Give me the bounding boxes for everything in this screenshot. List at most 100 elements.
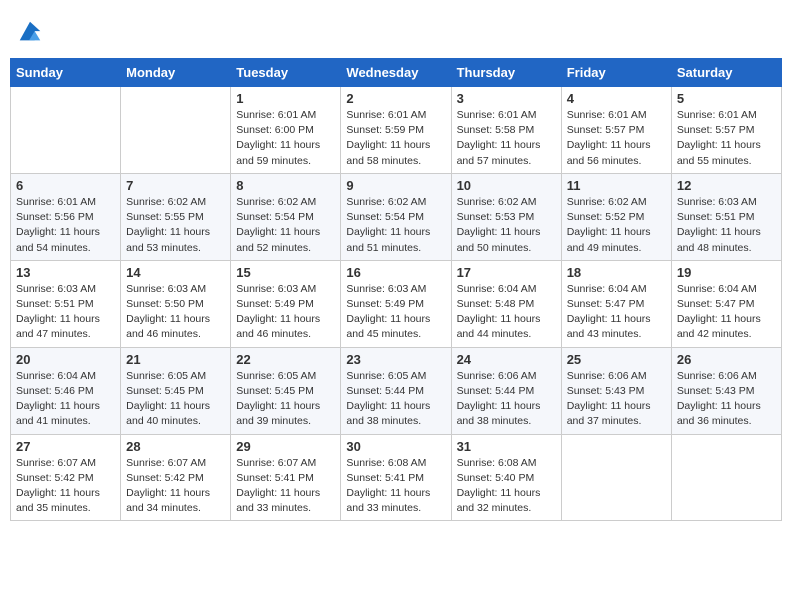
day-info: Sunrise: 6:04 AMSunset: 5:46 PMDaylight:…: [16, 369, 115, 430]
day-number: 6: [16, 178, 115, 193]
day-number: 10: [457, 178, 556, 193]
day-number: 22: [236, 352, 335, 367]
day-number: 9: [346, 178, 445, 193]
day-info: Sunrise: 6:06 AMSunset: 5:43 PMDaylight:…: [677, 369, 776, 430]
calendar-cell: 5Sunrise: 6:01 AMSunset: 5:57 PMDaylight…: [671, 87, 781, 174]
day-number: 12: [677, 178, 776, 193]
calendar-cell: 17Sunrise: 6:04 AMSunset: 5:48 PMDayligh…: [451, 260, 561, 347]
calendar-cell: 13Sunrise: 6:03 AMSunset: 5:51 PMDayligh…: [11, 260, 121, 347]
day-info: Sunrise: 6:01 AMSunset: 5:56 PMDaylight:…: [16, 195, 115, 256]
weekday-header-wednesday: Wednesday: [341, 59, 451, 87]
page-header: [10, 10, 782, 50]
calendar-week-row: 1Sunrise: 6:01 AMSunset: 6:00 PMDaylight…: [11, 87, 782, 174]
day-info: Sunrise: 6:01 AMSunset: 5:57 PMDaylight:…: [677, 108, 776, 169]
calendar-cell: 4Sunrise: 6:01 AMSunset: 5:57 PMDaylight…: [561, 87, 671, 174]
day-info: Sunrise: 6:01 AMSunset: 5:57 PMDaylight:…: [567, 108, 666, 169]
day-info: Sunrise: 6:08 AMSunset: 5:40 PMDaylight:…: [457, 456, 556, 517]
day-info: Sunrise: 6:05 AMSunset: 5:45 PMDaylight:…: [236, 369, 335, 430]
day-number: 31: [457, 439, 556, 454]
day-info: Sunrise: 6:03 AMSunset: 5:51 PMDaylight:…: [677, 195, 776, 256]
day-number: 16: [346, 265, 445, 280]
day-info: Sunrise: 6:07 AMSunset: 5:41 PMDaylight:…: [236, 456, 335, 517]
calendar-cell: 6 Sunrise: 6:01 AMSunset: 5:56 PMDaylight…: [11, 173, 121, 260]
day-info: Sunrise: 6:07 AMSunset: 5:42 PMDaylight:…: [126, 456, 225, 517]
calendar-cell: 7 Sunrise: 6:02 AMSunset: 5:55 PMDaylight…: [121, 173, 231, 260]
day-number: 30: [346, 439, 445, 454]
calendar-cell: [121, 87, 231, 174]
day-number: 15: [236, 265, 335, 280]
day-info: Sunrise: 6:04 AMSunset: 5:47 PMDaylight:…: [567, 282, 666, 343]
calendar-cell: 27 Sunrise: 6:07 AMSunset: 5:42 PMDayligh…: [11, 434, 121, 521]
day-info: Sunrise: 6:03 AMSunset: 5:50 PMDaylight:…: [126, 282, 225, 343]
weekday-header-sunday: Sunday: [11, 59, 121, 87]
calendar-cell: [11, 87, 121, 174]
day-number: 23: [346, 352, 445, 367]
day-number: 26: [677, 352, 776, 367]
day-info: Sunrise: 6:05 AMSunset: 5:44 PMDaylight:…: [346, 369, 445, 430]
day-number: 28: [126, 439, 225, 454]
calendar-cell: 11 Sunrise: 6:02 AMSunset: 5:52 PMDayligh…: [561, 173, 671, 260]
logo: [14, 18, 44, 46]
day-info: Sunrise: 6:02 AMSunset: 5:53 PMDaylight:…: [457, 195, 556, 256]
day-number: 27: [16, 439, 115, 454]
calendar-cell: 14 Sunrise: 6:03 AMSunset: 5:50 PMDayligh…: [121, 260, 231, 347]
calendar-cell: 30 Sunrise: 6:08 AMSunset: 5:41 PMDayligh…: [341, 434, 451, 521]
day-info: Sunrise: 6:07 AMSunset: 5:42 PMDaylight:…: [16, 456, 115, 517]
day-info: Sunrise: 6:01 AMSunset: 5:59 PMDaylight:…: [346, 108, 445, 169]
day-number: 29: [236, 439, 335, 454]
day-number: 11: [567, 178, 666, 193]
calendar-cell: 23 Sunrise: 6:05 AMSunset: 5:44 PMDayligh…: [341, 347, 451, 434]
calendar-cell: 26 Sunrise: 6:06 AMSunset: 5:43 PMDayligh…: [671, 347, 781, 434]
day-number: 7: [126, 178, 225, 193]
calendar-cell: [561, 434, 671, 521]
calendar-cell: 1Sunrise: 6:01 AMSunset: 6:00 PMDaylight…: [231, 87, 341, 174]
calendar-week-row: 20Sunrise: 6:04 AMSunset: 5:46 PMDayligh…: [11, 347, 782, 434]
weekday-header-thursday: Thursday: [451, 59, 561, 87]
calendar-cell: 15 Sunrise: 6:03 AMSunset: 5:49 PMDayligh…: [231, 260, 341, 347]
weekday-header-monday: Monday: [121, 59, 231, 87]
day-number: 2: [346, 91, 445, 106]
calendar-cell: 2 Sunrise: 6:01 AMSunset: 5:59 PMDaylight…: [341, 87, 451, 174]
calendar-cell: 31 Sunrise: 6:08 AMSunset: 5:40 PMDayligh…: [451, 434, 561, 521]
day-info: Sunrise: 6:02 AMSunset: 5:52 PMDaylight:…: [567, 195, 666, 256]
day-info: Sunrise: 6:01 AMSunset: 5:58 PMDaylight:…: [457, 108, 556, 169]
day-info: Sunrise: 6:01 AMSunset: 6:00 PMDaylight:…: [236, 108, 335, 169]
calendar-cell: 22 Sunrise: 6:05 AMSunset: 5:45 PMDayligh…: [231, 347, 341, 434]
weekday-header-row: SundayMondayTuesdayWednesdayThursdayFrid…: [11, 59, 782, 87]
day-info: Sunrise: 6:06 AMSunset: 5:43 PMDaylight:…: [567, 369, 666, 430]
day-info: Sunrise: 6:03 AMSunset: 5:51 PMDaylight:…: [16, 282, 115, 343]
calendar-week-row: 6 Sunrise: 6:01 AMSunset: 5:56 PMDaylight…: [11, 173, 782, 260]
weekday-header-tuesday: Tuesday: [231, 59, 341, 87]
calendar-cell: 8 Sunrise: 6:02 AMSunset: 5:54 PMDaylight…: [231, 173, 341, 260]
day-info: Sunrise: 6:02 AMSunset: 5:54 PMDaylight:…: [346, 195, 445, 256]
day-number: 18: [567, 265, 666, 280]
day-number: 19: [677, 265, 776, 280]
day-info: Sunrise: 6:08 AMSunset: 5:41 PMDaylight:…: [346, 456, 445, 517]
day-info: Sunrise: 6:05 AMSunset: 5:45 PMDaylight:…: [126, 369, 225, 430]
calendar-cell: 9 Sunrise: 6:02 AMSunset: 5:54 PMDaylight…: [341, 173, 451, 260]
weekday-header-friday: Friday: [561, 59, 671, 87]
calendar-cell: 18 Sunrise: 6:04 AMSunset: 5:47 PMDayligh…: [561, 260, 671, 347]
weekday-header-saturday: Saturday: [671, 59, 781, 87]
calendar-cell: 10 Sunrise: 6:02 AMSunset: 5:53 PMDayligh…: [451, 173, 561, 260]
calendar-cell: 28 Sunrise: 6:07 AMSunset: 5:42 PMDayligh…: [121, 434, 231, 521]
day-info: Sunrise: 6:03 AMSunset: 5:49 PMDaylight:…: [236, 282, 335, 343]
day-info: Sunrise: 6:02 AMSunset: 5:55 PMDaylight:…: [126, 195, 225, 256]
day-number: 14: [126, 265, 225, 280]
logo-icon: [16, 18, 44, 46]
day-info: Sunrise: 6:04 AMSunset: 5:47 PMDaylight:…: [677, 282, 776, 343]
day-info: Sunrise: 6:02 AMSunset: 5:54 PMDaylight:…: [236, 195, 335, 256]
day-number: 24: [457, 352, 556, 367]
calendar-cell: 25 Sunrise: 6:06 AMSunset: 5:43 PMDayligh…: [561, 347, 671, 434]
calendar-cell: [671, 434, 781, 521]
day-number: 25: [567, 352, 666, 367]
day-info: Sunrise: 6:03 AMSunset: 5:49 PMDaylight:…: [346, 282, 445, 343]
calendar-cell: 3Sunrise: 6:01 AMSunset: 5:58 PMDaylight…: [451, 87, 561, 174]
day-number: 21: [126, 352, 225, 367]
day-info: Sunrise: 6:06 AMSunset: 5:44 PMDaylight:…: [457, 369, 556, 430]
calendar-cell: 20Sunrise: 6:04 AMSunset: 5:46 PMDayligh…: [11, 347, 121, 434]
calendar-table: SundayMondayTuesdayWednesdayThursdayFrid…: [10, 58, 782, 521]
day-number: 17: [457, 265, 556, 280]
calendar-cell: 24 Sunrise: 6:06 AMSunset: 5:44 PMDayligh…: [451, 347, 561, 434]
day-number: 8: [236, 178, 335, 193]
